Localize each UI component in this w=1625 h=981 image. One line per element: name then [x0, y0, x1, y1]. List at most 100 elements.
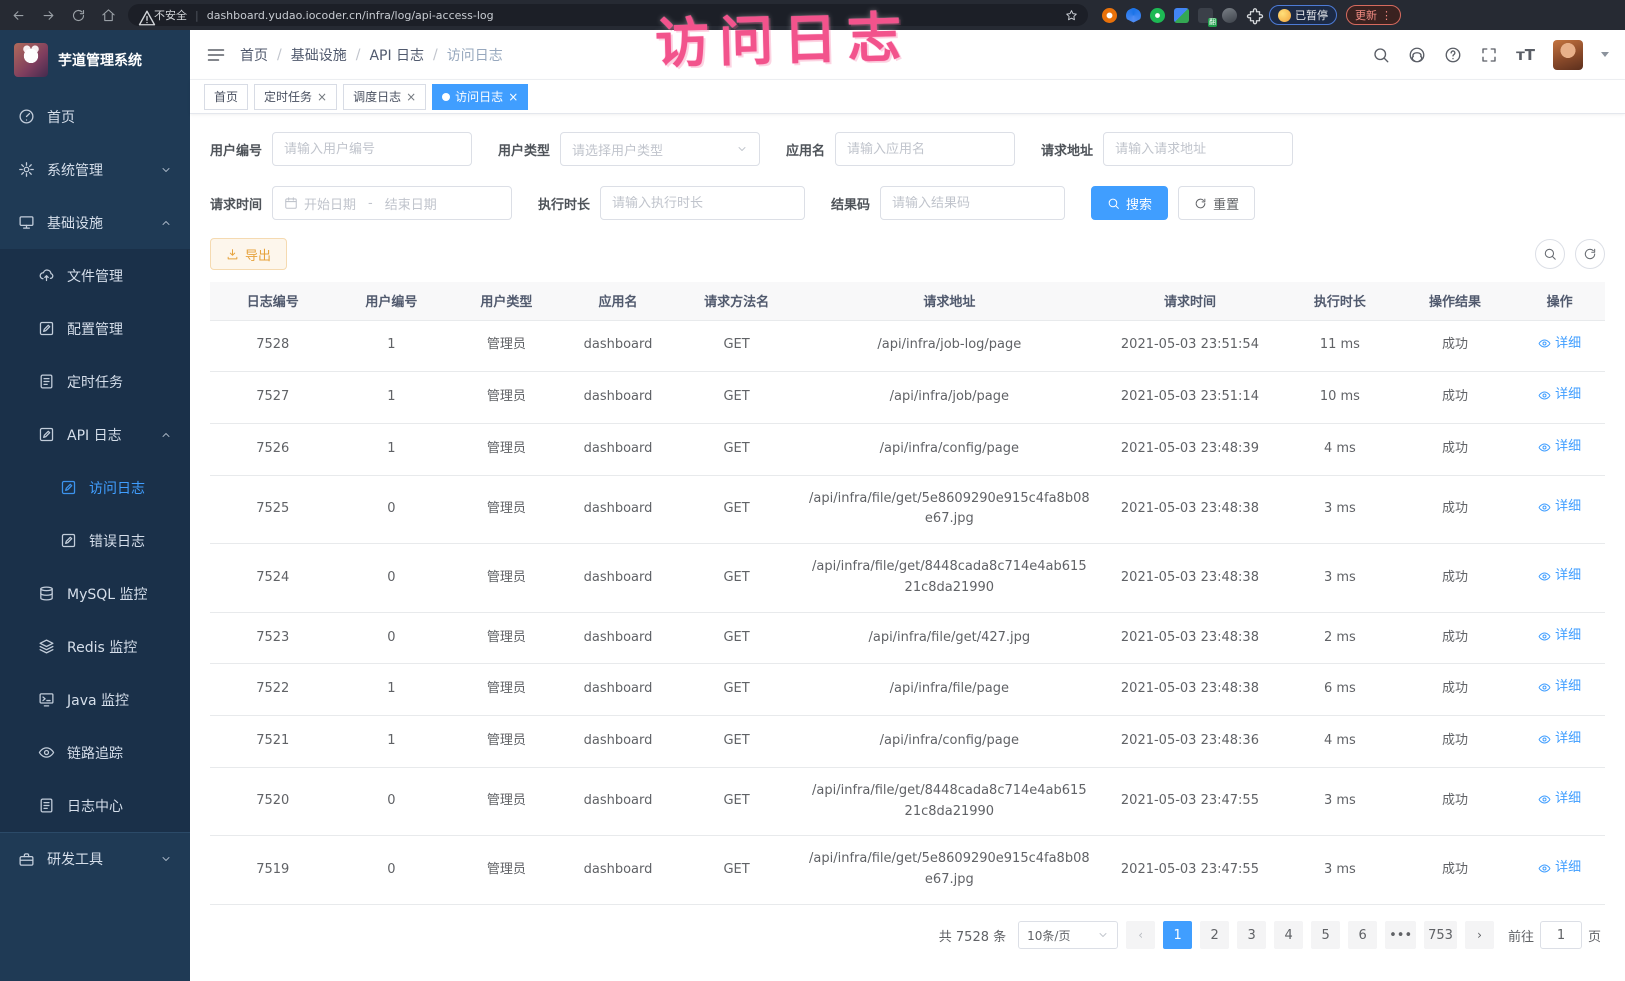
sidebar-item-研发工具[interactable]: 研发工具 — [0, 832, 190, 885]
puzzle-extensions-icon[interactable] — [1246, 8, 1260, 22]
sidebar-item-Java 监控[interactable]: Java 监控 — [0, 673, 190, 726]
sidebar-item-Redis 监控[interactable]: Redis 监控 — [0, 620, 190, 673]
extension-green-check-icon[interactable] — [1150, 8, 1165, 23]
bookmark-star-icon[interactable] — [1065, 9, 1078, 22]
extension-gray-icon[interactable] — [1222, 8, 1237, 23]
extension-colorful-icon[interactable] — [1174, 8, 1189, 23]
end-date-placeholder[interactable]: 结束日期 — [385, 194, 437, 213]
sidebar-item-日志中心[interactable]: 日志中心 — [0, 779, 190, 832]
close-icon[interactable]: × — [508, 91, 518, 103]
user-id-field[interactable] — [284, 142, 460, 157]
search-button[interactable]: 搜索 — [1091, 186, 1168, 220]
duration-field[interactable] — [612, 196, 793, 211]
cell-method: GET — [670, 664, 803, 716]
page-button-3[interactable]: 3 — [1237, 921, 1266, 949]
tab-定时任务[interactable]: 定时任务× — [254, 84, 337, 110]
sidebar-item-基础设施[interactable]: 基础设施 — [0, 196, 190, 249]
result-code-field[interactable] — [892, 196, 1053, 211]
duration-input[interactable] — [600, 186, 805, 220]
request-url-input[interactable] — [1103, 132, 1293, 166]
sidebar-item-访问日志[interactable]: 访问日志 — [0, 461, 190, 514]
extension-shield-icon[interactable] — [1126, 8, 1141, 23]
detail-link[interactable]: 详细 — [1538, 385, 1581, 406]
tab-访问日志[interactable]: 访问日志× — [432, 84, 528, 110]
export-button[interactable]: 导出 — [210, 238, 287, 270]
font-size-icon[interactable]: тT — [1516, 46, 1535, 64]
user-id-input[interactable] — [272, 132, 472, 166]
cell-method: GET — [670, 612, 803, 664]
tab-调度日志[interactable]: 调度日志× — [343, 84, 426, 110]
result-code-input[interactable] — [880, 186, 1065, 220]
eye-icon — [1538, 441, 1551, 454]
detail-link[interactable]: 详细 — [1538, 677, 1581, 698]
page-button-4[interactable]: 4 — [1274, 921, 1303, 949]
sidebar-item-错误日志[interactable]: 错误日志 — [0, 514, 190, 567]
forward-icon[interactable] — [38, 5, 58, 25]
detail-link[interactable]: 详细 — [1538, 858, 1581, 879]
breadcrumb-item-API 日志[interactable]: API 日志 — [369, 45, 424, 65]
sidebar-item-首页[interactable]: 首页 — [0, 90, 190, 143]
filter-user-id: 用户编号 — [210, 132, 472, 166]
page-ellipsis[interactable]: ••• — [1385, 921, 1416, 949]
avatar-caret-icon[interactable] — [1601, 52, 1609, 57]
extension-translate-icon[interactable]: 翻 — [1198, 8, 1213, 23]
app-name-field[interactable] — [847, 142, 1003, 157]
cell-time: 2021-05-03 23:48:36 — [1096, 716, 1284, 768]
app-name-input[interactable] — [835, 132, 1015, 166]
search-icon[interactable] — [1372, 46, 1390, 64]
toggle-search-button[interactable] — [1535, 239, 1565, 269]
breadcrumb-item-首页[interactable]: 首页 — [240, 45, 268, 65]
detail-link[interactable]: 详细 — [1538, 566, 1581, 587]
url-bar[interactable]: 不安全 | dashboard.yudao.iocoder.cn/infra/l… — [128, 4, 1088, 26]
close-icon[interactable]: × — [406, 91, 416, 103]
sidebar-item-配置管理[interactable]: 配置管理 — [0, 302, 190, 355]
not-secure-warning[interactable]: 不安全 — [138, 7, 187, 23]
close-icon[interactable]: × — [317, 91, 327, 103]
page-button-1[interactable]: 1 — [1163, 921, 1192, 949]
github-icon[interactable] — [1408, 46, 1426, 64]
goto-page-input[interactable] — [1540, 921, 1582, 949]
reset-button[interactable]: 重置 — [1178, 186, 1255, 220]
extension-orange-icon[interactable] — [1102, 8, 1117, 23]
sidebar-item-链路追踪[interactable]: 链路追踪 — [0, 726, 190, 779]
toolbox-icon — [18, 851, 35, 868]
page-button-6[interactable]: 6 — [1348, 921, 1377, 949]
sidebar-item-系统管理[interactable]: 系统管理 — [0, 143, 190, 196]
page-button-753[interactable]: 753 — [1424, 921, 1457, 949]
log-center-icon — [38, 797, 55, 814]
tab-首页[interactable]: 首页 — [204, 84, 248, 110]
detail-link[interactable]: 详细 — [1538, 334, 1581, 355]
reload-icon[interactable] — [68, 5, 88, 25]
page-button-5[interactable]: 5 — [1311, 921, 1340, 949]
app-title: 芋道管理系统 — [58, 50, 142, 70]
sidebar-item-定时任务[interactable]: 定时任务 — [0, 355, 190, 408]
breadcrumb-item-基础设施[interactable]: 基础设施 — [291, 45, 347, 65]
detail-link[interactable]: 详细 — [1538, 497, 1581, 518]
help-icon[interactable] — [1444, 46, 1462, 64]
detail-link[interactable]: 详细 — [1538, 789, 1581, 810]
next-page-button[interactable]: › — [1465, 921, 1494, 949]
logo-row[interactable]: 芋道管理系统 — [0, 30, 190, 90]
prev-page-button[interactable]: ‹ — [1126, 921, 1155, 949]
detail-link[interactable]: 详细 — [1538, 729, 1581, 750]
page-button-2[interactable]: 2 — [1200, 921, 1229, 949]
user-type-select[interactable]: 请选择用户类型 — [560, 132, 760, 166]
start-date-placeholder[interactable]: 开始日期 — [304, 194, 356, 213]
back-icon[interactable] — [8, 5, 28, 25]
paused-pill[interactable]: 已暂停 — [1269, 5, 1337, 25]
sidebar-item-文件管理[interactable]: 文件管理 — [0, 249, 190, 302]
more-dots-icon[interactable]: ⋮ — [1381, 9, 1392, 22]
home-icon[interactable] — [98, 5, 118, 25]
avatar[interactable] — [1553, 40, 1583, 70]
detail-link[interactable]: 详细 — [1538, 437, 1581, 458]
sidebar-item-API 日志[interactable]: API 日志 — [0, 408, 190, 461]
detail-link[interactable]: 详细 — [1538, 626, 1581, 647]
sidebar-item-MySQL 监控[interactable]: MySQL 监控 — [0, 567, 190, 620]
request-time-range[interactable]: 开始日期 - 结束日期 — [272, 186, 512, 220]
refresh-table-button[interactable] — [1575, 239, 1605, 269]
update-pill[interactable]: 更新 ⋮ — [1346, 5, 1401, 25]
page-size-select[interactable]: 10条/页 — [1018, 921, 1118, 949]
request-url-field[interactable] — [1115, 142, 1281, 157]
fullscreen-icon[interactable] — [1480, 46, 1498, 64]
hamburger-icon[interactable] — [206, 45, 226, 65]
